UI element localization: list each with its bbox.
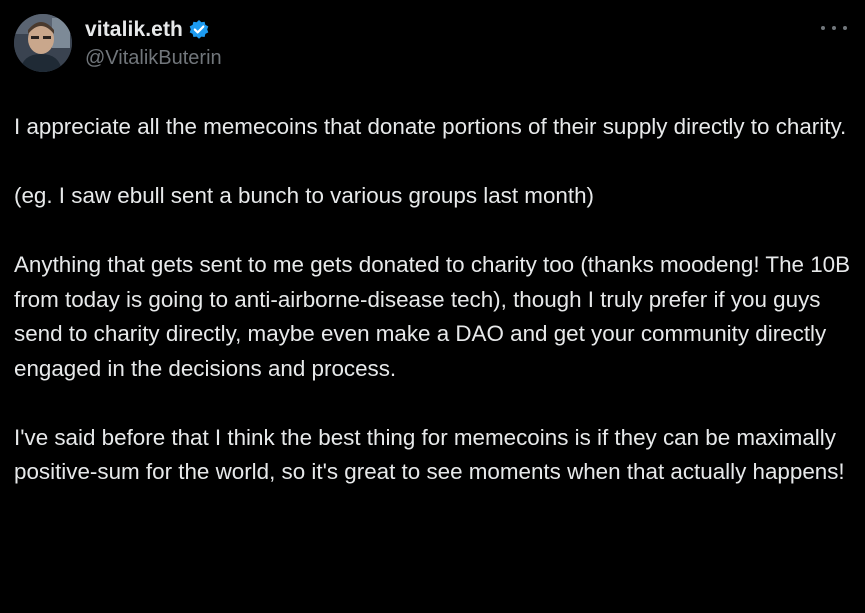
- tweet-paragraph: I appreciate all the memecoins that dona…: [14, 114, 847, 139]
- tweet-card: vitalik.eth @VitalikButerin I appreciate…: [0, 0, 865, 613]
- avatar[interactable]: [14, 14, 72, 72]
- display-name-row: vitalik.eth: [85, 17, 222, 43]
- more-dot-icon: [821, 26, 825, 30]
- author-display-name[interactable]: vitalik.eth: [85, 18, 183, 42]
- verified-badge-icon: [188, 19, 210, 41]
- more-dot-icon: [832, 26, 836, 30]
- more-options-icon[interactable]: [821, 22, 847, 34]
- more-dot-icon: [843, 26, 847, 30]
- tweet-text: I appreciate all the memecoins that dona…: [14, 110, 856, 490]
- tweet-header: vitalik.eth @VitalikButerin: [14, 14, 851, 78]
- tweet-paragraph: Anything that gets sent to me gets donat…: [14, 252, 851, 381]
- author-names: vitalik.eth @VitalikButerin: [85, 17, 222, 70]
- tweet-paragraph: (eg. I saw ebull sent a bunch to various…: [14, 183, 594, 208]
- tweet-paragraph: I've said before that I think the best t…: [14, 424, 845, 485]
- avatar-image: [14, 14, 72, 72]
- author-handle[interactable]: @VitalikButerin: [85, 47, 222, 70]
